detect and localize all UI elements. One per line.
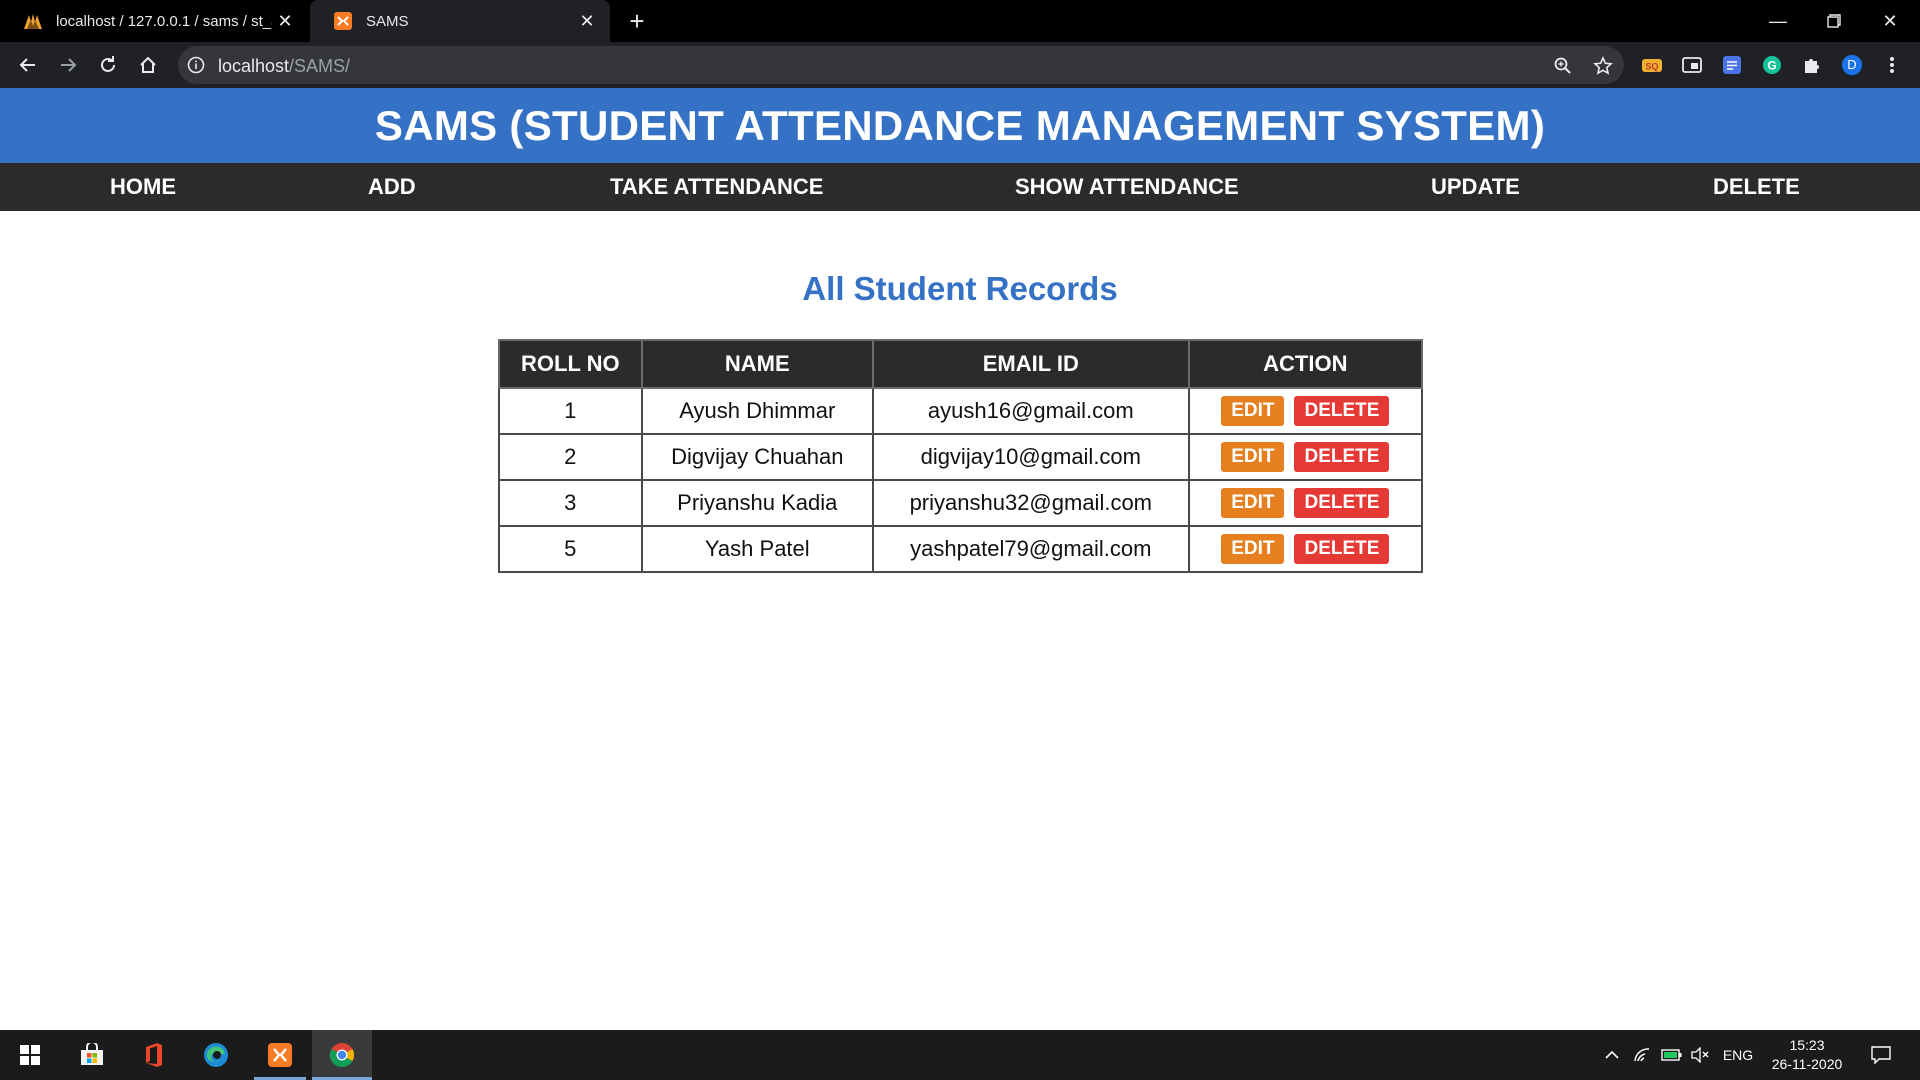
cell-name: Ayush Dhimmar: [640, 387, 874, 435]
browser-tab-bar: localhost / 127.0.0.1 / sams / st_a ✕ SA…: [0, 0, 1920, 42]
site-title: SAMS (STUDENT ATTENDANCE MANAGEMENT SYST…: [374, 101, 1546, 149]
cell-name: Digvijay Chuahan: [640, 433, 874, 481]
media-extension-icon[interactable]: [1681, 54, 1703, 76]
home-icon[interactable]: [132, 49, 164, 81]
tab-sams[interactable]: SAMS ✕: [310, 0, 610, 42]
cell-roll-no: 5: [498, 525, 643, 573]
edit-button[interactable]: EDIT: [1221, 442, 1285, 472]
notification-center-icon[interactable]: [1866, 1030, 1896, 1080]
edit-button[interactable]: EDIT: [1221, 488, 1285, 518]
cell-email: priyanshu32@gmail.com: [871, 479, 1190, 527]
clock-time: 15:23: [1789, 1037, 1825, 1053]
tab-title: localhost / 127.0.0.1 / sams / st_a: [56, 12, 272, 30]
nav-take-attendance[interactable]: TAKE ATTENDANCE: [610, 163, 823, 211]
new-tab-button[interactable]: +: [622, 6, 652, 36]
delete-button[interactable]: DELETE: [1294, 442, 1390, 472]
table-row: 1 Ayush Dhimmar ayush16@gmail.com EDIT DE…: [498, 387, 1424, 435]
office-icon[interactable]: [124, 1030, 184, 1080]
zoom-icon[interactable]: [1552, 55, 1574, 77]
svg-text:G: G: [1767, 59, 1776, 73]
start-windows-icon[interactable]: [0, 1030, 60, 1080]
delete-button[interactable]: DELETE: [1294, 534, 1390, 564]
column-header-email: EMAIL ID: [871, 339, 1190, 389]
close-tab-icon[interactable]: ✕: [272, 8, 298, 34]
extensions-puzzle-icon[interactable]: [1801, 54, 1823, 76]
microsoft-store-icon[interactable]: [62, 1030, 122, 1080]
battery-icon[interactable]: [1660, 1030, 1684, 1080]
cell-email: digvijay10@gmail.com: [871, 433, 1190, 481]
cell-name: Priyanshu Kadia: [640, 479, 874, 527]
browser-menu-icon[interactable]: [1881, 54, 1903, 76]
edge-browser-icon[interactable]: [186, 1030, 246, 1080]
cell-name: Yash Patel: [640, 525, 874, 573]
system-clock[interactable]: 15:23 26-11-2020: [1762, 1036, 1852, 1074]
tab-title: SAMS: [366, 12, 409, 30]
nav-home[interactable]: HOME: [110, 163, 176, 211]
browser-toolbar: localhost/SAMS/ SQ G D: [0, 42, 1920, 88]
chrome-taskbar-icon[interactable]: [312, 1030, 372, 1080]
minimize-button[interactable]: —: [1750, 0, 1806, 42]
reload-icon[interactable]: [92, 49, 124, 81]
student-records-table: ROLL NO NAME EMAIL ID ACTION 1 Ayush Dhi…: [498, 339, 1424, 573]
clock-date: 26-11-2020: [1771, 1056, 1843, 1072]
column-header-action: ACTION: [1187, 339, 1424, 389]
address-bar[interactable]: localhost/SAMS/: [178, 46, 1624, 84]
delete-button[interactable]: DELETE: [1294, 396, 1390, 426]
close-window-button[interactable]: ✕: [1862, 0, 1918, 42]
cell-actions: EDIT DELETE: [1187, 479, 1424, 527]
cell-roll-no: 3: [498, 479, 643, 527]
cell-roll-no: 2: [498, 433, 643, 481]
phpmyadmin-icon: [22, 10, 44, 32]
profile-avatar[interactable]: D: [1841, 54, 1863, 76]
section-title: All Student Records: [802, 270, 1118, 307]
nav-show-attendance[interactable]: SHOW ATTENDANCE: [1015, 163, 1239, 211]
tab-phpmyadmin[interactable]: localhost / 127.0.0.1 / sams / st_a ✕: [0, 0, 308, 42]
edit-button[interactable]: EDIT: [1221, 534, 1285, 564]
delete-button[interactable]: DELETE: [1294, 488, 1390, 518]
svg-text:SQ: SQ: [1645, 62, 1658, 72]
nav-add[interactable]: ADD: [368, 163, 416, 211]
grammarly-extension-icon[interactable]: G: [1761, 54, 1783, 76]
restore-button[interactable]: [1806, 0, 1862, 42]
back-icon[interactable]: [12, 49, 44, 81]
table-row: 3 Priyanshu Kadia priyanshu32@gmail.com …: [498, 479, 1424, 527]
column-header-roll-no: ROLL NO: [498, 339, 643, 389]
table-header-row: ROLL NO NAME EMAIL ID ACTION: [498, 339, 1424, 389]
column-header-name: NAME: [640, 339, 874, 389]
xampp-icon: [332, 10, 354, 32]
wifi-icon[interactable]: [1630, 1030, 1654, 1080]
profile-initial: D: [1847, 57, 1857, 72]
windows-taskbar: ENG 15:23 26-11-2020: [0, 1030, 1920, 1080]
cell-actions: EDIT DELETE: [1187, 387, 1424, 435]
nav-update[interactable]: UPDATE: [1431, 163, 1520, 211]
notes-extension-icon[interactable]: [1721, 54, 1743, 76]
cell-email: yashpatel79@gmail.com: [871, 525, 1190, 573]
close-tab-icon[interactable]: ✕: [574, 8, 600, 34]
cell-actions: EDIT DELETE: [1187, 433, 1424, 481]
bookmark-star-icon[interactable]: [1592, 55, 1614, 77]
main-nav: HOME ADD TAKE ATTENDANCE SHOW ATTENDANCE…: [0, 163, 1920, 211]
show-hidden-icons-chevron-icon[interactable]: [1600, 1030, 1624, 1080]
table-row: 5 Yash Patel yashpatel79@gmail.com EDIT D…: [498, 525, 1424, 573]
xampp-taskbar-icon[interactable]: [250, 1030, 310, 1080]
table-row: 2 Digvijay Chuahan digvijay10@gmail.com …: [498, 433, 1424, 481]
language-indicator[interactable]: ENG: [1718, 1030, 1758, 1080]
cell-roll-no: 1: [498, 387, 643, 435]
address-url: localhost/SAMS/: [218, 56, 351, 76]
volume-muted-icon[interactable]: [1688, 1030, 1712, 1080]
seoquake-extension-icon[interactable]: SQ: [1641, 54, 1663, 76]
site-info-icon[interactable]: [186, 55, 206, 75]
forward-icon[interactable]: [52, 49, 84, 81]
nav-delete[interactable]: DELETE: [1713, 163, 1800, 211]
cell-actions: EDIT DELETE: [1187, 525, 1424, 573]
site-header: SAMS (STUDENT ATTENDANCE MANAGEMENT SYST…: [0, 88, 1920, 163]
edit-button[interactable]: EDIT: [1221, 396, 1285, 426]
cell-email: ayush16@gmail.com: [871, 387, 1190, 435]
